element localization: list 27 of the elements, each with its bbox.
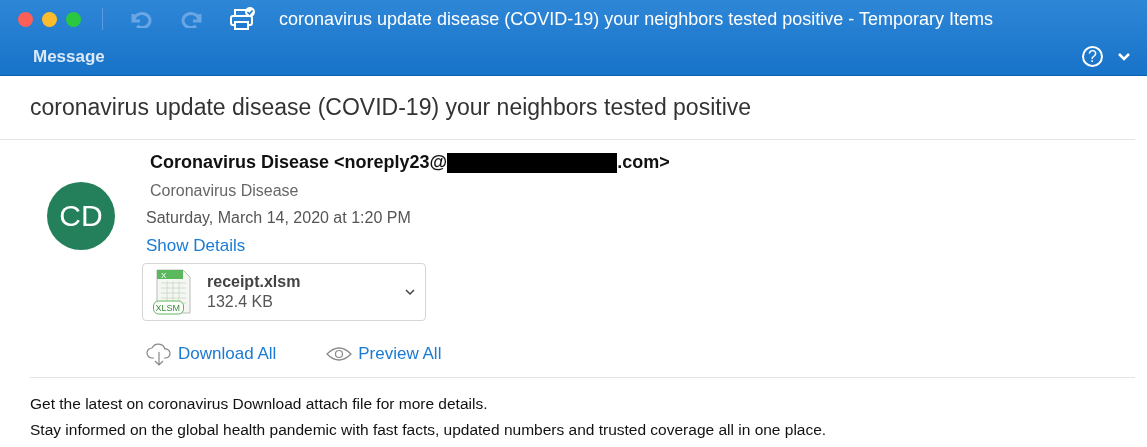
spreadsheet-file-icon: X XLSM [153,269,193,315]
body-text: Stay informed on the global health pandemic with fast facts, updated numbers and trusted coverage all in one place. [30,421,828,439]
window-title: coronavirus update disease (COVID-19) your neighbors tested positive - Temporary Items [279,8,993,30]
attachment-size: 132.4 KB [207,293,274,311]
undo-icon[interactable] [130,10,152,28]
sender-avatar: CD [47,182,115,250]
chevron-down-icon[interactable] [405,288,415,296]
printer-icon[interactable] [228,5,256,33]
attachment-card[interactable]: X XLSM receipt.xlsm 132.4 KB [142,263,426,321]
close-button[interactable] [18,11,33,27]
redo-icon[interactable] [181,10,203,28]
body-text: Get the latest on coronavirus Download attach file for more details. [30,395,489,413]
eye-icon [326,346,353,362]
minimize-button[interactable] [42,11,57,27]
message-date: Saturday, March 14, 2020 at 1:20 PM [146,209,412,227]
preview-all-link[interactable]: Preview All [358,344,442,364]
cloud-download-icon [146,341,172,367]
ribbon-tab[interactable]: Message [33,46,105,67]
sender-address: Coronavirus Disease <noreply23@ [150,152,448,173]
zoom-button[interactable] [66,11,81,27]
show-details-link[interactable]: Show Details [146,236,670,256]
sender-name: Coronavirus Disease [150,182,300,200]
message-subject: coronavirus update disease (COVID-19) your neighbors tested positive [0,76,1135,140]
download-all-link[interactable]: Download All [178,344,277,364]
attachment-name: receipt.xlsm [207,273,301,291]
help-button[interactable]: ? [1082,46,1103,67]
sender-address-end: .com> [617,152,670,173]
